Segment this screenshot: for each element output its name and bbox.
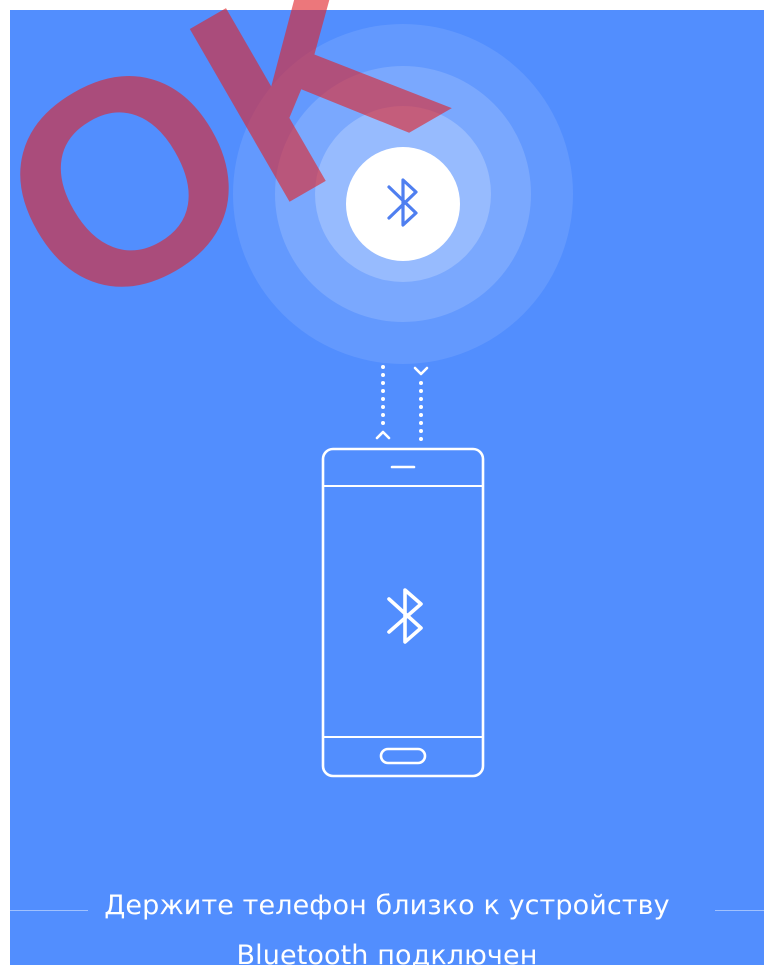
connection-status-text: Bluetooth подключен [236, 940, 538, 965]
signal-arrows [375, 365, 429, 441]
pairing-screen: Держите телефон близко к устройству Blue… [10, 10, 764, 965]
phone-home-button [379, 747, 427, 765]
arrow-down-icon [413, 366, 429, 376]
bluetooth-icon [387, 178, 418, 227]
instruction-text: Держите телефон близко к устройству [104, 890, 670, 921]
arrow-up-icon [375, 430, 391, 440]
bluetooth-icon [387, 588, 423, 644]
bluetooth-badge [346, 147, 460, 261]
phone-illustration [321, 447, 485, 778]
